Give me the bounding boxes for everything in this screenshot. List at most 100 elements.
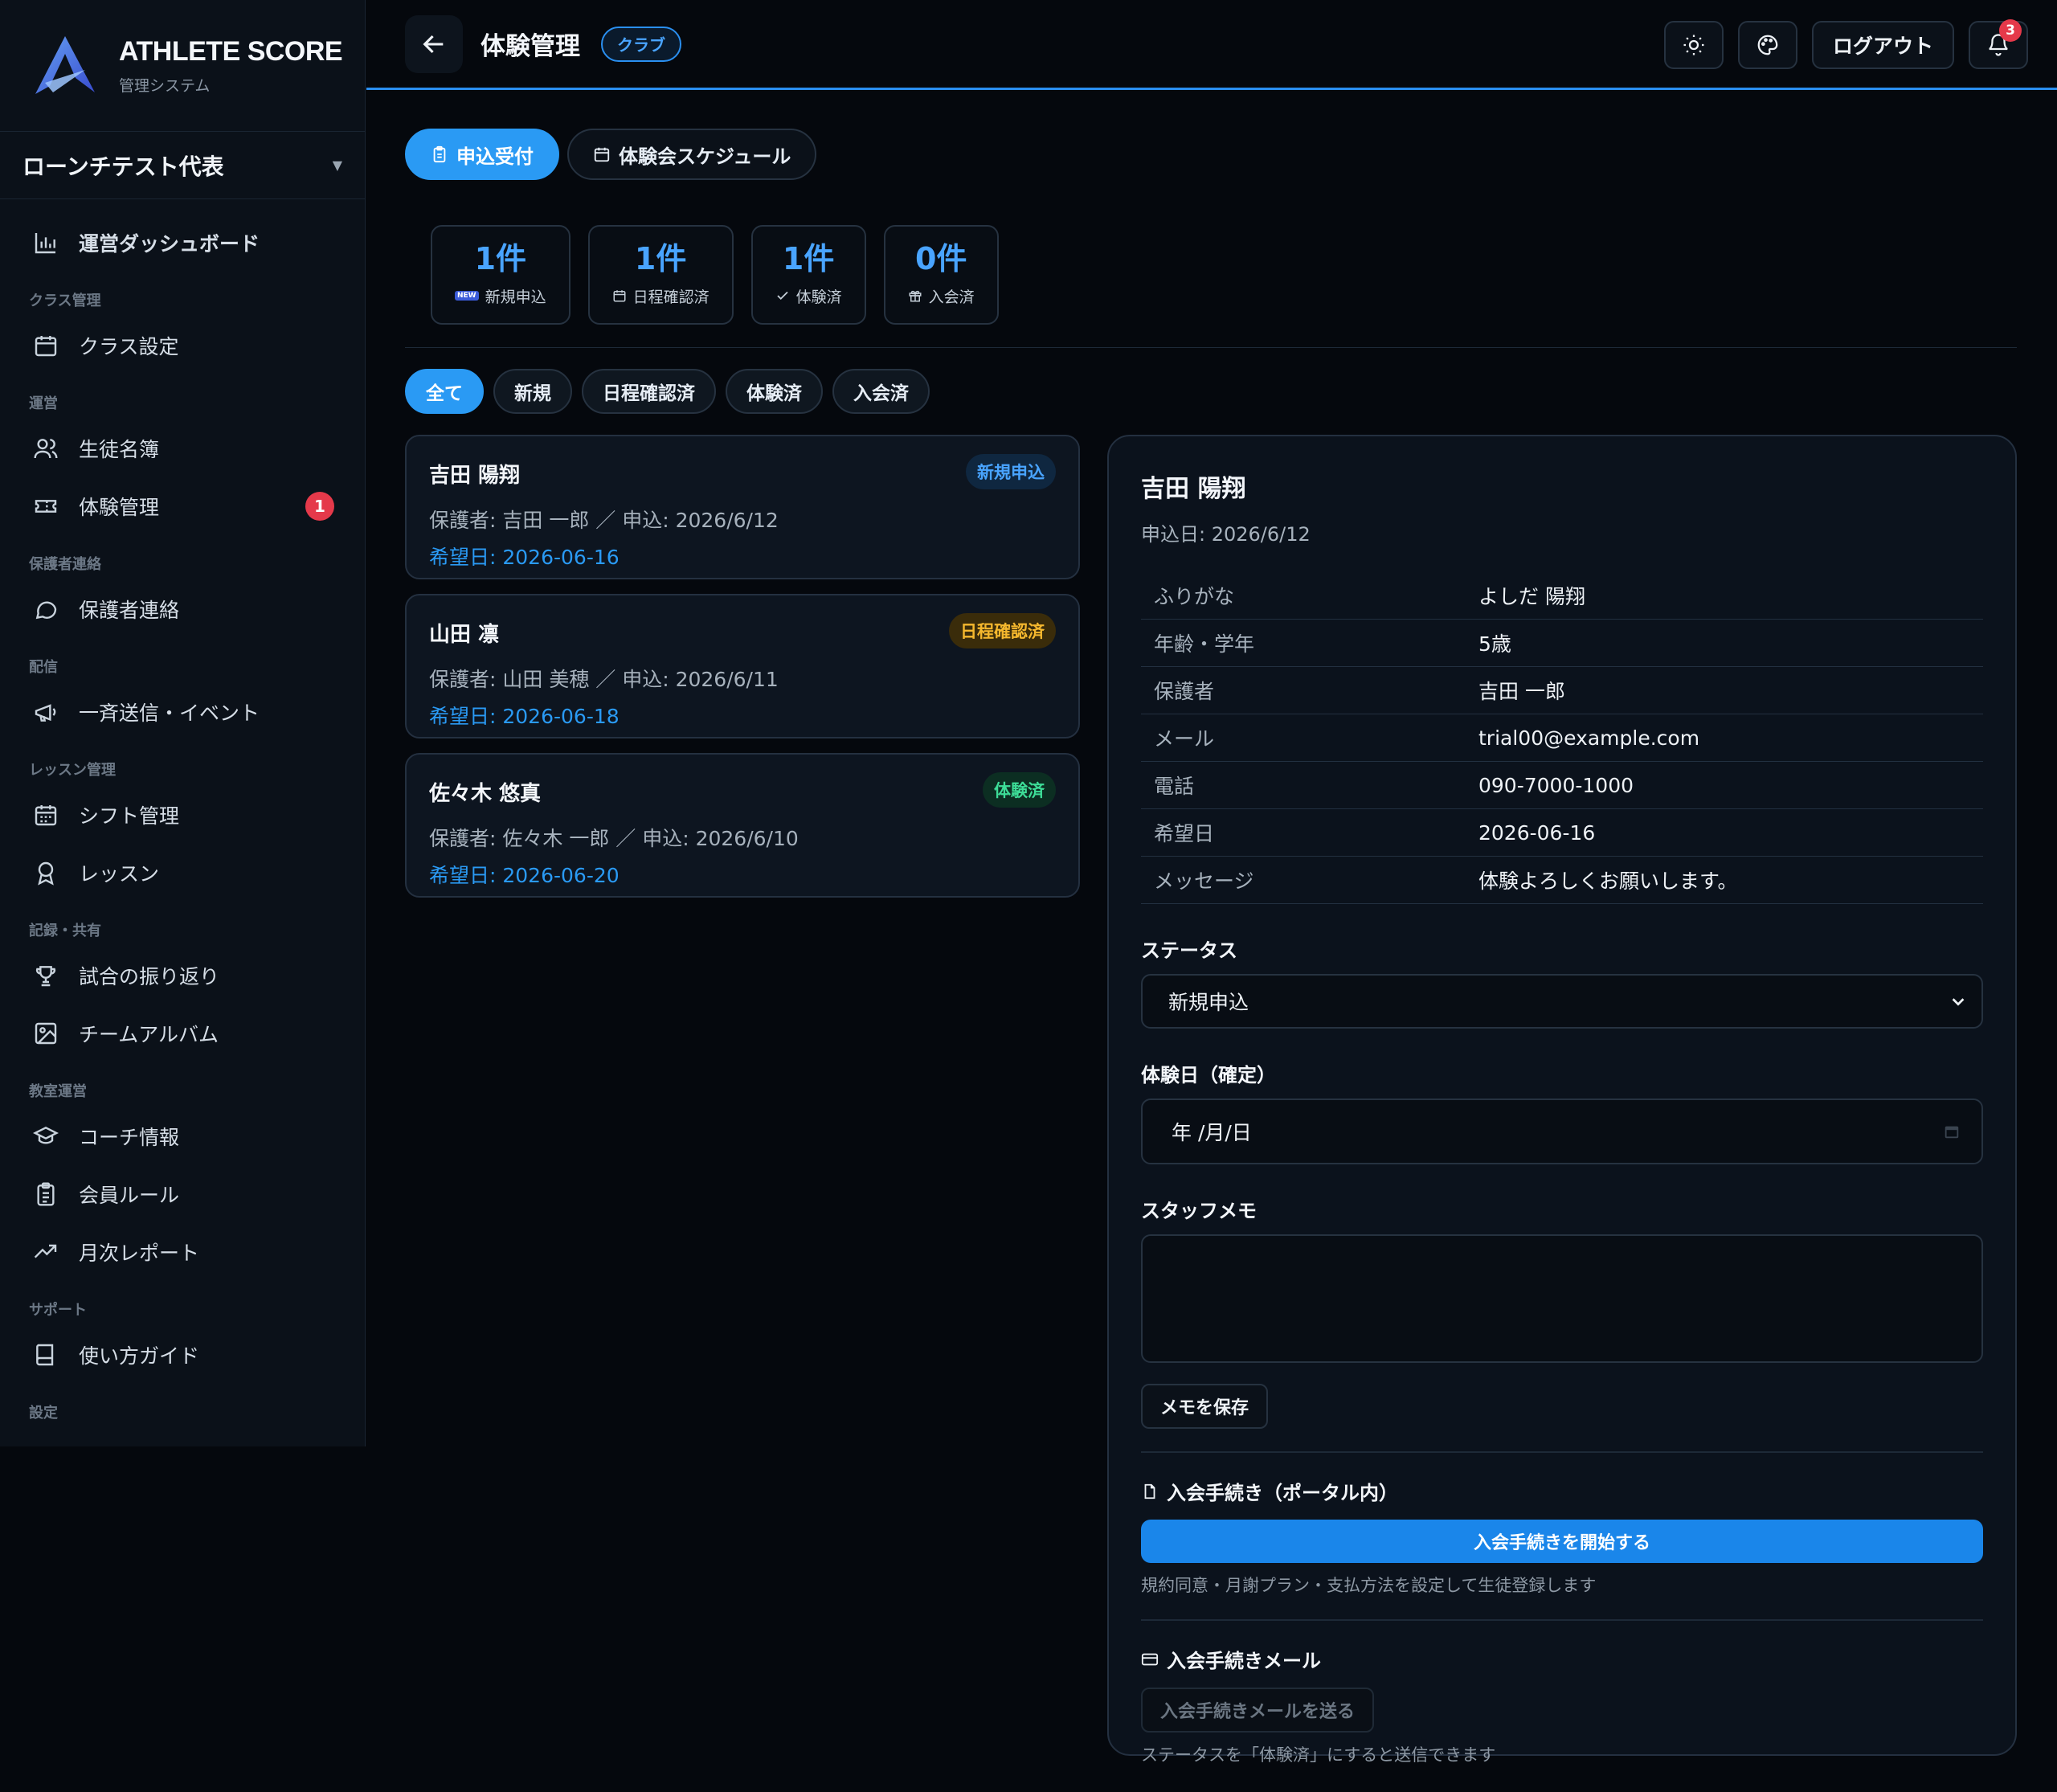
- application-meta: 保護者: 佐々木 一郎 ／ 申込: 2026/6/10: [429, 827, 799, 850]
- applicant-name: 佐々木 悠真: [429, 782, 542, 806]
- sidebar-section-guardian: 保護者連絡: [29, 556, 101, 573]
- save-memo-button[interactable]: メモを保存: [1141, 1384, 1269, 1429]
- bar-chart-icon: [32, 229, 59, 256]
- sidebar-item-trial[interactable]: 体験管理 1: [0, 477, 365, 535]
- top-actions: ログアウト 3: [1663, 19, 2028, 69]
- join-hint: 規約同意・月謝プラン・支払方法を設定して生徒登録します: [1141, 1576, 1597, 1595]
- sidebar-item-album[interactable]: チームアルバム: [0, 1004, 365, 1062]
- users-icon: [32, 435, 59, 462]
- staff-memo-textarea[interactable]: [1141, 1234, 1983, 1363]
- org-selector[interactable]: ローンチテスト代表 ▼: [0, 132, 365, 199]
- calendar-picker-icon[interactable]: [1943, 1123, 1961, 1140]
- notification-count-badge: 3: [1999, 19, 2022, 42]
- sun-icon: [1683, 35, 1704, 55]
- sidebar-item-label: 会員ルール: [79, 1184, 180, 1207]
- image-icon: [32, 1020, 59, 1047]
- sidebar-item-label: 体験管理: [79, 496, 160, 519]
- application-card[interactable]: 山田 凛 日程確認済 保護者: 山田 美穂 ／ 申込: 2026/6/11 希望…: [405, 594, 1080, 738]
- status-badge: 日程確認済: [949, 613, 1056, 648]
- graduation-cap-icon: [32, 1123, 59, 1150]
- new-icon: NEW: [455, 291, 479, 301]
- sidebar-item-label: 運営ダッシュボード: [79, 232, 260, 256]
- preferred-date: 希望日: 2026-06-20: [429, 864, 620, 887]
- sidebar-item-guardian-contact[interactable]: 保護者連絡: [0, 580, 365, 638]
- status-select[interactable]: 新規申込: [1141, 974, 1983, 1029]
- join-procedure-title: 入会手続き（ポータル内）: [1141, 1477, 1983, 1505]
- chevron-down-icon: [1952, 998, 1965, 1006]
- sidebar-item-broadcast[interactable]: 一斉送信・イベント: [0, 683, 365, 741]
- book-icon: [32, 1341, 59, 1369]
- logout-button[interactable]: ログアウト: [1811, 21, 1954, 69]
- filter-confirmed[interactable]: 日程確認済: [582, 369, 716, 414]
- status-select-value: 新規申込: [1168, 991, 1249, 1014]
- calendar-icon: [594, 147, 610, 162]
- club-badge: クラブ: [601, 26, 681, 62]
- start-join-button[interactable]: 入会手続きを開始する: [1141, 1520, 1983, 1563]
- sidebar-item-label: チームアルバム: [79, 1023, 219, 1046]
- filter-joined[interactable]: 入会済: [832, 369, 930, 414]
- stat-new: 1件 NEW 新規申込: [431, 225, 570, 325]
- sidebar-item-report[interactable]: 月次レポート: [0, 1223, 365, 1281]
- trend-up-icon: [32, 1238, 59, 1266]
- theme-toggle-button[interactable]: [1663, 21, 1724, 69]
- status-label: ステータス: [1141, 939, 1237, 962]
- send-join-mail-button[interactable]: 入会手続きメールを送る: [1141, 1688, 1375, 1733]
- notifications-button[interactable]: 3: [1969, 19, 2028, 69]
- divider: [1141, 1619, 1983, 1621]
- trial-count-badge: 1: [305, 492, 334, 521]
- top-bar: 体験管理 クラブ ログアウト 3: [366, 0, 2057, 90]
- trial-date-input[interactable]: 年 /月/日: [1141, 1099, 1983, 1164]
- palette-icon: [1757, 35, 1778, 55]
- filter-new[interactable]: 新規: [493, 369, 572, 414]
- org-name: ローンチテスト代表: [22, 153, 224, 180]
- stat-label: 新規申込: [485, 288, 546, 306]
- sidebar-item-review[interactable]: 試合の振り返り: [0, 947, 365, 1004]
- sidebar-item-label: レッスン: [79, 862, 160, 886]
- chat-bubble-icon: [32, 595, 59, 623]
- preferred-date: 希望日: 2026-06-18: [429, 705, 620, 728]
- back-button[interactable]: [405, 14, 463, 73]
- brand[interactable]: ATHLETE SCORE 管理システム: [0, 0, 365, 132]
- sidebar-item-roster[interactable]: 生徒名簿: [0, 419, 365, 477]
- info-row: 電話 090-7000-1000: [1141, 762, 1983, 809]
- sidebar-item-shift[interactable]: シフト管理: [0, 786, 365, 844]
- filter-done[interactable]: 体験済: [726, 369, 823, 414]
- application-card[interactable]: 吉田 陽翔 新規申込 保護者: 吉田 一郎 ／ 申込: 2026/6/12 希望…: [405, 435, 1080, 579]
- tab-applications[interactable]: 申込受付: [405, 129, 559, 180]
- stat-value: 1件: [474, 240, 527, 276]
- info-row: 年齢・学年 5歳: [1141, 620, 1983, 667]
- application-card[interactable]: 佐々木 悠真 体験済 保護者: 佐々木 一郎 ／ 申込: 2026/6/10 希…: [405, 753, 1080, 898]
- brand-title: ATHLETE SCORE: [119, 35, 343, 67]
- sidebar-item-lesson[interactable]: レッスン: [0, 844, 365, 902]
- sidebar-section-delivery: 配信: [29, 659, 58, 676]
- palette-button[interactable]: [1737, 21, 1797, 69]
- stat-value: 1件: [782, 240, 835, 276]
- stat-value: 1件: [634, 240, 687, 276]
- sidebar-section-class: クラス管理: [29, 293, 101, 309]
- sidebar-item-coach[interactable]: コーチ情報: [0, 1107, 365, 1165]
- sidebar-item-dashboard[interactable]: 運営ダッシュボード: [0, 214, 365, 272]
- stat-joined: 0件 入会済: [883, 225, 999, 325]
- sidebar-item-label: コーチ情報: [79, 1126, 180, 1149]
- sidebar-item-guide[interactable]: 使い方ガイド: [0, 1326, 365, 1384]
- sidebar-item-label: クラス設定: [79, 335, 179, 358]
- calendar-icon: [613, 290, 626, 302]
- sidebar-section-school: 教室運営: [29, 1083, 87, 1100]
- athlete-score-logo-icon: [29, 30, 101, 102]
- clipboard-icon: [433, 145, 446, 163]
- staff-memo-label: スタッフメモ: [1141, 1200, 1257, 1222]
- status-filters: 全て 新規 日程確認済 体験済 入会済: [405, 369, 2017, 414]
- application-detail: 吉田 陽翔 申込日: 2026/6/12 ふりがな よしだ 陽翔 年齢・学年 5歳 …: [1107, 435, 2017, 1765]
- sidebar-item-rules[interactable]: 会員ルール: [0, 1165, 365, 1223]
- filter-all[interactable]: 全て: [405, 369, 484, 414]
- page-title: 体験管理: [481, 32, 580, 61]
- status-badge: 体験済: [983, 772, 1056, 808]
- tab-schedule[interactable]: 体験会スケジュール: [567, 129, 817, 180]
- detail-applied-date: 申込日: 2026/6/12: [1141, 523, 1311, 546]
- info-row: 保護者 吉田 一郎: [1141, 667, 1983, 714]
- clipboard-icon: [32, 1180, 59, 1208]
- preferred-date: 希望日: 2026-06-16: [429, 546, 620, 569]
- chevron-down-icon: ▼: [332, 158, 342, 173]
- sidebar-item-class-settings[interactable]: クラス設定: [0, 317, 365, 374]
- sidebar-item-label: 試合の振り返り: [79, 965, 220, 988]
